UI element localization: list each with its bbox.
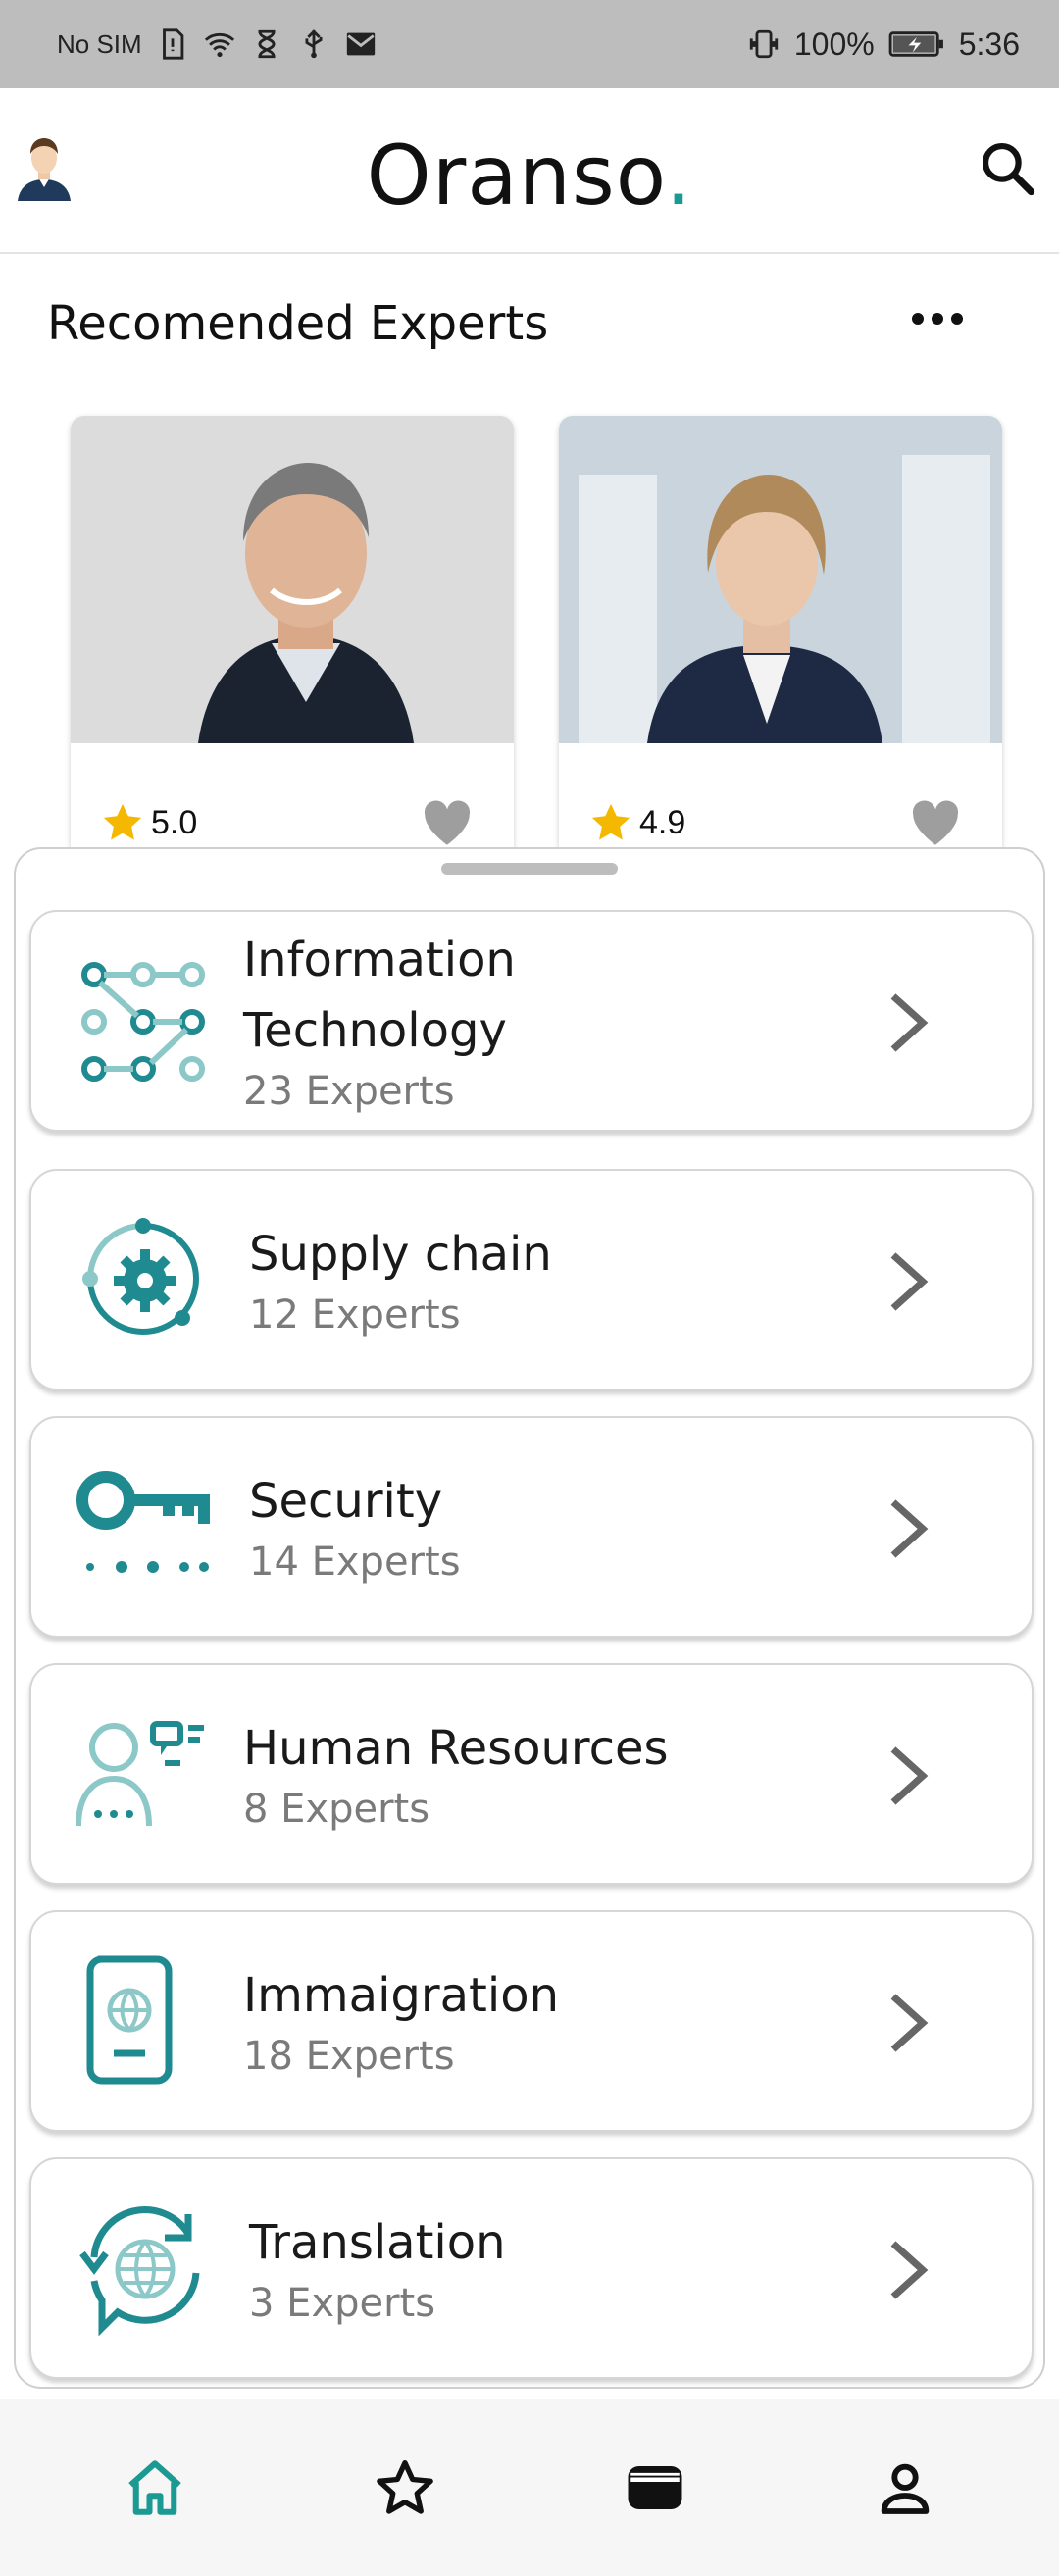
sheet-drag-handle[interactable] — [441, 863, 618, 875]
category-name: Translation — [249, 2215, 506, 2270]
category-text: Immaigration 18 Experts — [243, 1912, 559, 2130]
status-bar: No SIM 100% 5:36 — [0, 0, 1059, 88]
category-card-immaigration[interactable]: Immaigration 18 Experts — [29, 1910, 1034, 2132]
category-name: Information Technology — [243, 933, 516, 1058]
globe-speech-icon — [79, 2206, 200, 2336]
gear-cycle-icon — [82, 1218, 199, 1335]
star-icon — [376, 2459, 433, 2514]
category-count: 18 Experts — [243, 2034, 455, 2079]
nav-profile[interactable] — [866, 2449, 944, 2527]
category-count: 12 Experts — [249, 1292, 461, 1338]
category-text: Supply chain 12 Experts — [249, 1171, 552, 1389]
app-header: Oranso. — [0, 88, 1059, 254]
wifi-icon — [204, 32, 234, 58]
category-name: Immaigration — [243, 1968, 559, 2023]
category-text: Human Resources 8 Experts — [243, 1665, 669, 1883]
passport-icon — [86, 1955, 173, 2085]
star-icon — [103, 803, 142, 840]
category-text: Information Technology 23 Experts — [243, 912, 567, 1130]
chevron-right-icon — [890, 993, 929, 1052]
nav-home[interactable] — [116, 2449, 194, 2527]
sim-icon — [162, 28, 184, 60]
rating: 5.0 — [100, 800, 197, 845]
key-icon — [76, 1471, 210, 1573]
rating-row: 4.9 — [588, 798, 963, 847]
wallet-icon — [628, 2465, 681, 2509]
clock: 5:36 — [958, 25, 1020, 62]
chevron-right-icon — [890, 2241, 929, 2299]
brand-dot: . — [665, 127, 693, 224]
search-icon[interactable] — [977, 137, 1037, 198]
category-text: Security 14 Experts — [249, 1418, 461, 1636]
category-card-information-technology[interactable]: Information Technology 23 Experts — [29, 910, 1034, 1132]
hourglass-icon — [258, 29, 276, 59]
recommended-title: Recomended Experts — [47, 296, 549, 351]
nav-favorites[interactable] — [366, 2449, 444, 2527]
more-options-icon[interactable] — [912, 304, 971, 333]
chevron-right-icon — [890, 1252, 929, 1311]
brand-name: Oranso — [366, 127, 666, 224]
chevron-right-icon — [890, 1499, 929, 1558]
category-count: 8 Experts — [243, 1787, 430, 1832]
home-icon — [127, 2459, 181, 2515]
rating-value: 4.9 — [639, 803, 686, 841]
category-card-human-resources[interactable]: Human Resources 8 Experts — [29, 1663, 1034, 1885]
category-name: Supply chain — [249, 1227, 552, 1282]
usb-icon — [305, 29, 323, 59]
star-icon — [591, 803, 630, 840]
category-card-security[interactable]: Security 14 Experts — [29, 1416, 1034, 1638]
category-name: Security — [249, 1474, 443, 1529]
expert-card[interactable]: 4.9 — [559, 416, 1002, 877]
category-card-supply-chain[interactable]: Supply chain 12 Experts — [29, 1169, 1034, 1390]
nav-wallet[interactable] — [616, 2449, 694, 2527]
category-card-translation[interactable]: Translation 3 Experts — [29, 2157, 1034, 2379]
heart-icon[interactable] — [908, 798, 963, 847]
rating-value: 5.0 — [151, 803, 198, 841]
expert-card[interactable]: 5.0 — [71, 416, 514, 877]
category-count: 14 Experts — [249, 1540, 461, 1585]
vibrate-icon — [749, 29, 779, 59]
expert-photo — [559, 416, 1002, 743]
bottom-navigation — [0, 2399, 1059, 2576]
categories-sheet: Information Technology 23 Experts Supply… — [14, 847, 1045, 2389]
category-text: Translation 3 Experts — [249, 2159, 506, 2377]
chevron-right-icon — [890, 1994, 929, 2052]
expert-photo — [71, 416, 514, 743]
category-count: 3 Experts — [249, 2281, 436, 2326]
person-chat-icon — [76, 1721, 204, 1827]
user-icon — [881, 2463, 929, 2514]
carrier-text: No SIM — [57, 28, 142, 59]
rating: 4.9 — [588, 800, 685, 845]
rating-row: 5.0 — [100, 798, 475, 847]
mail-icon — [346, 32, 375, 56]
battery-percent: 100% — [793, 25, 875, 62]
category-count: 23 Experts — [243, 1069, 455, 1114]
network-nodes-icon — [81, 962, 205, 1082]
battery-icon — [888, 31, 943, 57]
brand-logo: Oranso. — [0, 127, 1059, 224]
heart-icon[interactable] — [420, 798, 475, 847]
chevron-right-icon — [890, 1746, 929, 1805]
category-name: Human Resources — [243, 1721, 669, 1776]
